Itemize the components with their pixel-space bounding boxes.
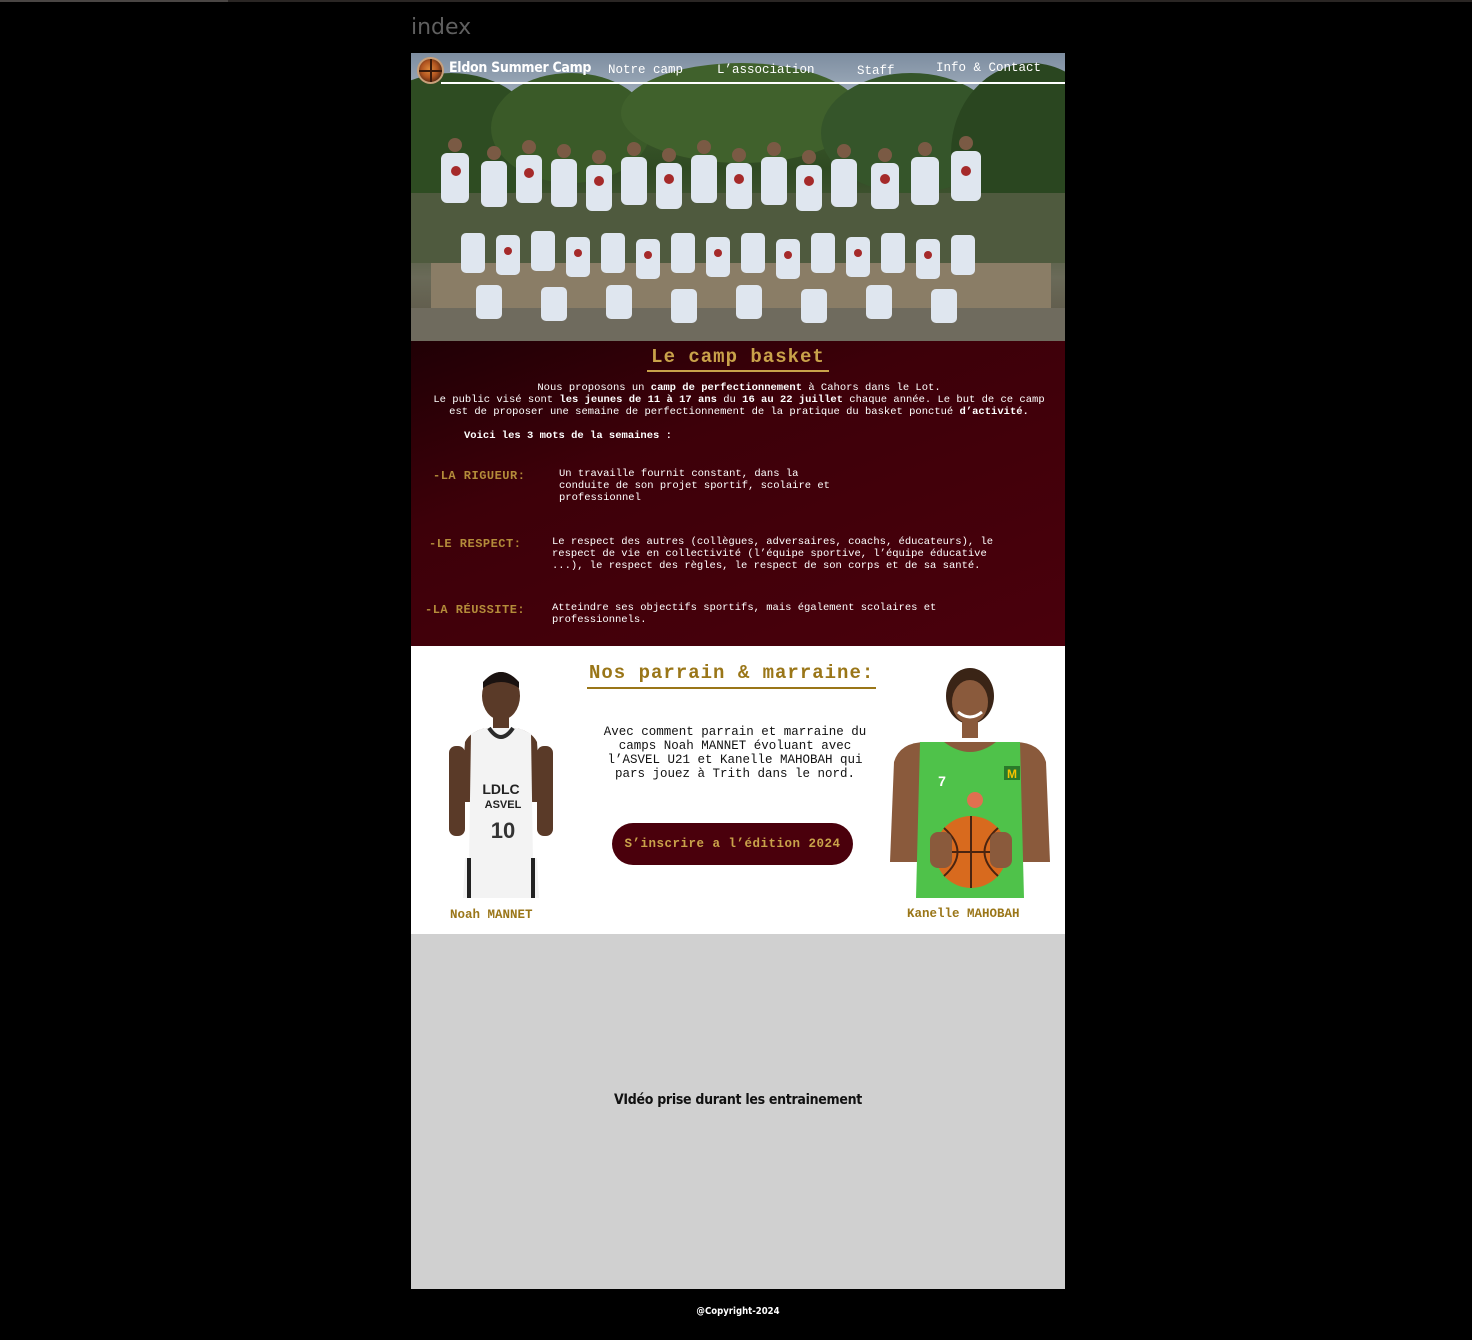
word-text-respect: Le respect des autres (collègues, advers…: [552, 536, 994, 573]
word-text-rigueur: Un travaille fournit constant, dans la c…: [559, 468, 830, 505]
word-text-reussite: Atteindre ses objectifs sportifs, mais é…: [552, 602, 937, 627]
nav-link-staff[interactable]: Staff: [857, 64, 895, 78]
hero-banner: Eldon Summer Camp Notre camp L’associati…: [411, 53, 1065, 341]
sponsors-description: Avec comment parrain et marraine du camp…: [603, 725, 867, 781]
register-2024-button[interactable]: S’inscrire a l’édition 2024: [612, 823, 853, 865]
jersey-number-left: 10: [491, 818, 515, 843]
camp-section: Le camp basket Nous proposons un camp de…: [411, 341, 1065, 646]
camp-title: Le camp basket: [647, 346, 829, 372]
window-top-border: [0, 0, 1472, 2]
basketball-logo-icon[interactable]: [417, 57, 444, 84]
frame-title: index: [411, 15, 472, 40]
right-player-name: Kanelle MAHOBAH: [907, 907, 1020, 921]
svg-text:M: M: [1007, 767, 1017, 781]
nav-link-info-contact[interactable]: Info & Contact: [936, 61, 1041, 75]
left-player-name: Noah MANNET: [450, 908, 533, 922]
camp-intro: Nous proposons un camp de perfectionneme…: [433, 382, 1045, 419]
group-photo: [411, 53, 1065, 341]
word-label-respect: -LE RESPECT:: [429, 537, 522, 551]
sponsors-title: Nos parrain & marraine:: [587, 662, 877, 689]
nav-underline: [441, 82, 1065, 84]
jersey-number-right: 7: [938, 773, 946, 789]
top-nav: Eldon Summer Camp Notre camp L’associati…: [411, 53, 1065, 85]
kanelle-mahobah-photo: M 7: [890, 668, 1050, 898]
brand-name[interactable]: Eldon Summer Camp: [449, 60, 591, 76]
words-heading: Voici les 3 mots de la semaines :: [464, 430, 672, 442]
word-label-reussite: -LA RÉUSSITE:: [425, 603, 526, 617]
page: Eldon Summer Camp Notre camp L’associati…: [411, 53, 1065, 1289]
jersey-brand: LDLC: [482, 781, 519, 797]
sponsors-section: Nos parrain & marraine: LDLC ASVEL 10 No…: [411, 646, 1065, 934]
jersey-team: ASVEL: [485, 799, 522, 811]
video-area[interactable]: VIdéo prise durant les entrainement: [411, 934, 1065, 1289]
noah-mannet-photo: LDLC ASVEL 10: [449, 672, 553, 898]
video-caption: VIdéo prise durant les entrainement: [613, 1092, 863, 1108]
footer-copyright: @Copyright-2024: [696, 1306, 780, 1317]
word-label-rigueur: -LA RIGUEUR:: [433, 469, 526, 483]
nav-link-notre-camp[interactable]: Notre camp: [608, 63, 683, 77]
nav-link-association[interactable]: L’association: [717, 63, 815, 77]
